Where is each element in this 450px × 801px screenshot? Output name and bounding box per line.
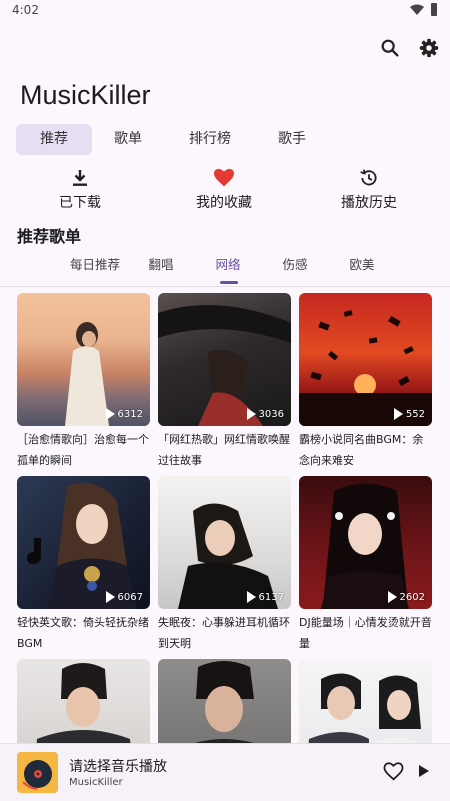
app-title: MusicKiller (20, 80, 151, 110)
tab-singers[interactable]: 歌手 (262, 124, 322, 155)
playlist-title: 失眠夜：心事躲进耳机循环到天明 (158, 616, 290, 650)
playlist-card[interactable]: 6137 失眠夜：心事躲进耳机循环到天明 (158, 476, 291, 654)
playlist-card[interactable]: 6312 ［治愈情歌向］治愈每一个孤单的瞬间 (17, 293, 150, 471)
playlist-card[interactable] (158, 659, 291, 743)
wifi-icon (410, 4, 424, 15)
player-subtitle: MusicKiller (69, 777, 123, 788)
playlist-card[interactable]: 3036 「网红热歌」网红情歌唤醒过往故事 (158, 293, 291, 471)
battery-icon (431, 3, 437, 16)
tab-western[interactable]: 欧美 (330, 255, 394, 275)
active-tab-indicator (220, 281, 238, 284)
download-icon (73, 170, 87, 186)
album-art (17, 752, 58, 793)
playlist-cover: 552 (299, 293, 432, 426)
playlist-title: ［治愈情歌向］治愈每一个孤单的瞬间 (17, 433, 149, 467)
play-count: 552 (393, 408, 425, 420)
favorites-button[interactable]: 我的收藏 (164, 168, 284, 212)
play-count: 6137 (246, 591, 284, 603)
tab-daily[interactable]: 每日推荐 (63, 255, 127, 275)
play-count: 3036 (246, 408, 284, 420)
play-count: 6312 (105, 408, 143, 420)
tab-playlists[interactable]: 歌单 (98, 124, 158, 155)
playlist-card[interactable] (17, 659, 150, 743)
downloaded-button[interactable]: 已下载 (20, 168, 140, 212)
playlist-cover: 6137 (158, 476, 291, 609)
section-title: 推荐歌单 (17, 227, 82, 246)
history-label: 播放历史 (341, 195, 397, 211)
status-time: 4:02 (12, 3, 39, 17)
playlist-cover: 2602 (299, 476, 432, 609)
history-button[interactable]: 播放历史 (309, 168, 429, 212)
category-tabs: 每日推荐 翻唱 网络 伤感 欧美 (0, 255, 450, 285)
playlist-card[interactable] (299, 659, 432, 743)
favorites-label: 我的收藏 (196, 195, 252, 211)
playlist-cover: 6312 (17, 293, 150, 426)
playlist-cover (299, 659, 432, 743)
tab-recommend[interactable]: 推荐 (16, 124, 92, 155)
play-count: 2602 (387, 591, 425, 603)
tab-sad[interactable]: 伤感 (263, 255, 327, 275)
playlist-title: 「网红热歌」网红情歌唤醒过往故事 (158, 433, 290, 467)
heart-outline-icon[interactable] (383, 762, 404, 781)
playlist-cover (158, 659, 291, 743)
playlist-card[interactable]: 6067 轻快英文歌：倚头轻抚杂绪BGM (17, 476, 150, 654)
play-count: 6067 (105, 591, 143, 603)
gear-icon[interactable] (418, 37, 440, 59)
status-bar: 4:02 (0, 0, 450, 22)
tab-charts[interactable]: 排行榜 (176, 124, 244, 155)
playlist-title: 霸榜小说同名曲BGM：余念向来难安 (299, 433, 424, 467)
playlist-title: 轻快英文歌：倚头轻抚杂绪BGM (17, 616, 149, 650)
player-title: 请选择音乐播放 (69, 759, 167, 775)
downloaded-label: 已下载 (59, 195, 101, 211)
play-icon[interactable] (419, 765, 429, 777)
playlist-cover: 3036 (158, 293, 291, 426)
playlist-card[interactable]: 552 霸榜小说同名曲BGM：余念向来难安 (299, 293, 432, 471)
mini-player[interactable]: 请选择音乐播放 MusicKiller (0, 743, 450, 801)
playlist-grid: 6312 ［治愈情歌向］治愈每一个孤单的瞬间 3036 「网红热歌」网红情歌唤醒… (0, 287, 450, 743)
heart-icon (214, 168, 234, 187)
search-icon[interactable] (379, 37, 401, 59)
history-icon (360, 169, 377, 186)
playlist-cover: 6067 (17, 476, 150, 609)
playlist-cover (17, 659, 150, 743)
playlist-title: DJ能量场｜心情发烫就开音量 (299, 616, 432, 650)
tab-internet[interactable]: 网络 (196, 255, 260, 275)
playlist-card[interactable]: 2602 DJ能量场｜心情发烫就开音量 (299, 476, 432, 654)
tab-cover[interactable]: 翻唱 (129, 255, 193, 275)
